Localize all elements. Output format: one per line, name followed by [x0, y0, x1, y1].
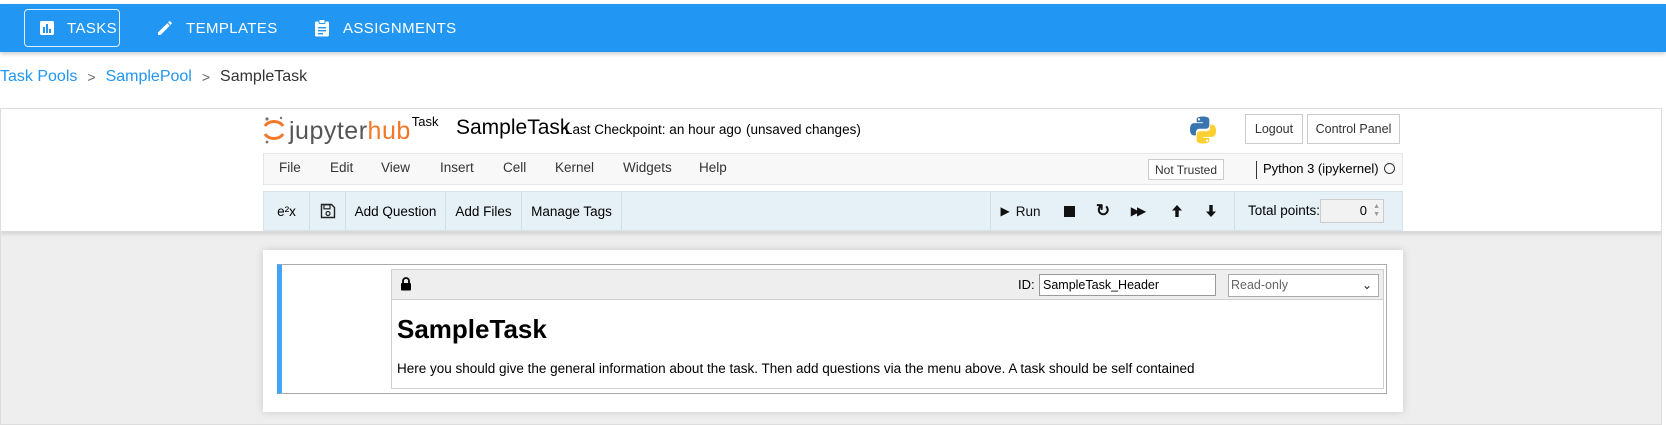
- nav-templates-button[interactable]: TEMPLATES: [142, 9, 292, 47]
- top-app-bar: TASKS TEMPLATES ASSIGNMENTS: [0, 4, 1666, 52]
- kernel-divider: [1256, 161, 1257, 179]
- cell-type-value: Read-only: [1231, 278, 1288, 292]
- jupyterhub-logo[interactable]: jupyterhub Task: [263, 115, 439, 147]
- checkpoint-status: Last Checkpoint: an hour ago: [565, 122, 742, 137]
- notebook-menubar: File Edit View Insert Cell Kernel Widget…: [263, 153, 1403, 185]
- move-up-button[interactable]: [1162, 192, 1192, 230]
- menu-insert[interactable]: Insert: [440, 160, 474, 175]
- cell-heading: SampleTask: [397, 314, 547, 344]
- nav-templates-label: TEMPLATES: [186, 19, 278, 37]
- menu-cell[interactable]: Cell: [503, 160, 526, 175]
- interrupt-kernel-button[interactable]: [1054, 192, 1084, 230]
- clipboard-icon: [313, 19, 331, 37]
- unsaved-changes-status: (unsaved changes): [746, 122, 861, 137]
- breadcrumb-separator: >: [201, 69, 211, 85]
- bar-chart-icon: [39, 19, 55, 37]
- cell-content-area: ID: SampleTask_Header Read-only ⌄ Sample…: [391, 269, 1384, 389]
- total-points-value: 0: [1359, 203, 1367, 218]
- breadcrumb: Task Pools > SamplePool > SampleTask: [0, 68, 307, 86]
- restart-kernel-button[interactable]: ↻: [1088, 192, 1118, 230]
- header-cell[interactable]: ID: SampleTask_Header Read-only ⌄ Sample…: [277, 264, 1387, 394]
- run-button[interactable]: ▶ Run: [990, 192, 1050, 230]
- not-trusted-button[interactable]: Not Trusted: [1148, 159, 1225, 180]
- total-points-input[interactable]: 0 ▲ ▼: [1320, 199, 1384, 223]
- menu-view[interactable]: View: [381, 160, 410, 175]
- stop-icon: [1063, 205, 1075, 217]
- logo-jupyter-text: jupyter: [289, 117, 368, 145]
- menu-edit[interactable]: Edit: [330, 160, 353, 175]
- cell-id-label: ID:: [1018, 277, 1035, 292]
- menu-help[interactable]: Help: [699, 160, 727, 175]
- logout-button[interactable]: Logout: [1245, 114, 1303, 144]
- notebook-frame: jupyterhub Task SampleTask Last Checkpoi…: [0, 108, 1662, 425]
- cell-body-text: Here you should give the general informa…: [397, 361, 1195, 376]
- move-down-button[interactable]: [1196, 192, 1226, 230]
- play-icon: ▶: [1000, 204, 1010, 218]
- logo-task-superscript: Task: [411, 114, 439, 129]
- menu-file[interactable]: File: [279, 160, 301, 175]
- pencil-icon: [156, 19, 174, 37]
- fast-forward-icon: ▶▶: [1130, 204, 1147, 218]
- kernel-name[interactable]: Python 3 (ipykernel): [1263, 161, 1379, 176]
- python-logo-icon: [1190, 116, 1216, 144]
- jupyter-logo-icon: [263, 116, 285, 144]
- arrow-down-icon: [1206, 205, 1216, 217]
- control-panel-button[interactable]: Control Panel: [1307, 114, 1400, 144]
- notebook-page: ID: SampleTask_Header Read-only ⌄ Sample…: [263, 250, 1403, 412]
- cell-metadata-bar: ID: SampleTask_Header Read-only ⌄: [392, 270, 1383, 300]
- kernel-idle-indicator-icon: [1384, 163, 1395, 174]
- notebook-header: jupyterhub Task SampleTask Last Checkpoi…: [1, 109, 1661, 232]
- add-question-button[interactable]: Add Question: [346, 192, 446, 230]
- restart-run-all-button[interactable]: ▶▶: [1122, 192, 1152, 230]
- logo-hub-text: hub: [367, 117, 411, 145]
- cell-id-input[interactable]: SampleTask_Header: [1039, 274, 1216, 296]
- equation-button[interactable]: e²x: [264, 192, 310, 230]
- add-files-button[interactable]: Add Files: [446, 192, 522, 230]
- notebook-toolbar: e²x Add Question Add Files Manage Tags ▶…: [263, 191, 1403, 231]
- save-button[interactable]: [310, 192, 346, 230]
- nav-tasks-label: TASKS: [67, 19, 118, 37]
- toolbar-divider: [1234, 192, 1235, 230]
- menu-kernel[interactable]: Kernel: [555, 160, 594, 175]
- logo-word: jupyterhub: [289, 115, 411, 147]
- nav-assignments-button[interactable]: ASSIGNMENTS: [299, 9, 471, 47]
- nav-tasks-button[interactable]: TASKS: [24, 9, 120, 47]
- breadcrumb-task-pools-link[interactable]: Task Pools: [0, 68, 77, 86]
- manage-tags-button[interactable]: Manage Tags: [522, 192, 622, 230]
- chevron-down-icon: ⌄: [1361, 278, 1372, 292]
- total-points-label: Total points:: [1248, 203, 1321, 218]
- restart-icon: ↻: [1095, 201, 1111, 220]
- nav-assignments-label: ASSIGNMENTS: [343, 19, 457, 37]
- spinner-arrows-icon[interactable]: ▲ ▼: [1373, 203, 1380, 219]
- breadcrumb-current: SampleTask: [220, 68, 308, 85]
- floppy-disk-icon: [320, 203, 335, 219]
- lock-icon: [401, 277, 411, 291]
- arrow-up-icon: [1172, 205, 1182, 217]
- breadcrumb-separator: >: [87, 69, 96, 85]
- notebook-title[interactable]: SampleTask: [456, 114, 570, 142]
- breadcrumb-samplepool-link[interactable]: SamplePool: [106, 68, 192, 86]
- menu-widgets[interactable]: Widgets: [623, 160, 672, 175]
- cell-type-select[interactable]: Read-only ⌄: [1228, 274, 1379, 297]
- run-label: Run: [1015, 203, 1041, 219]
